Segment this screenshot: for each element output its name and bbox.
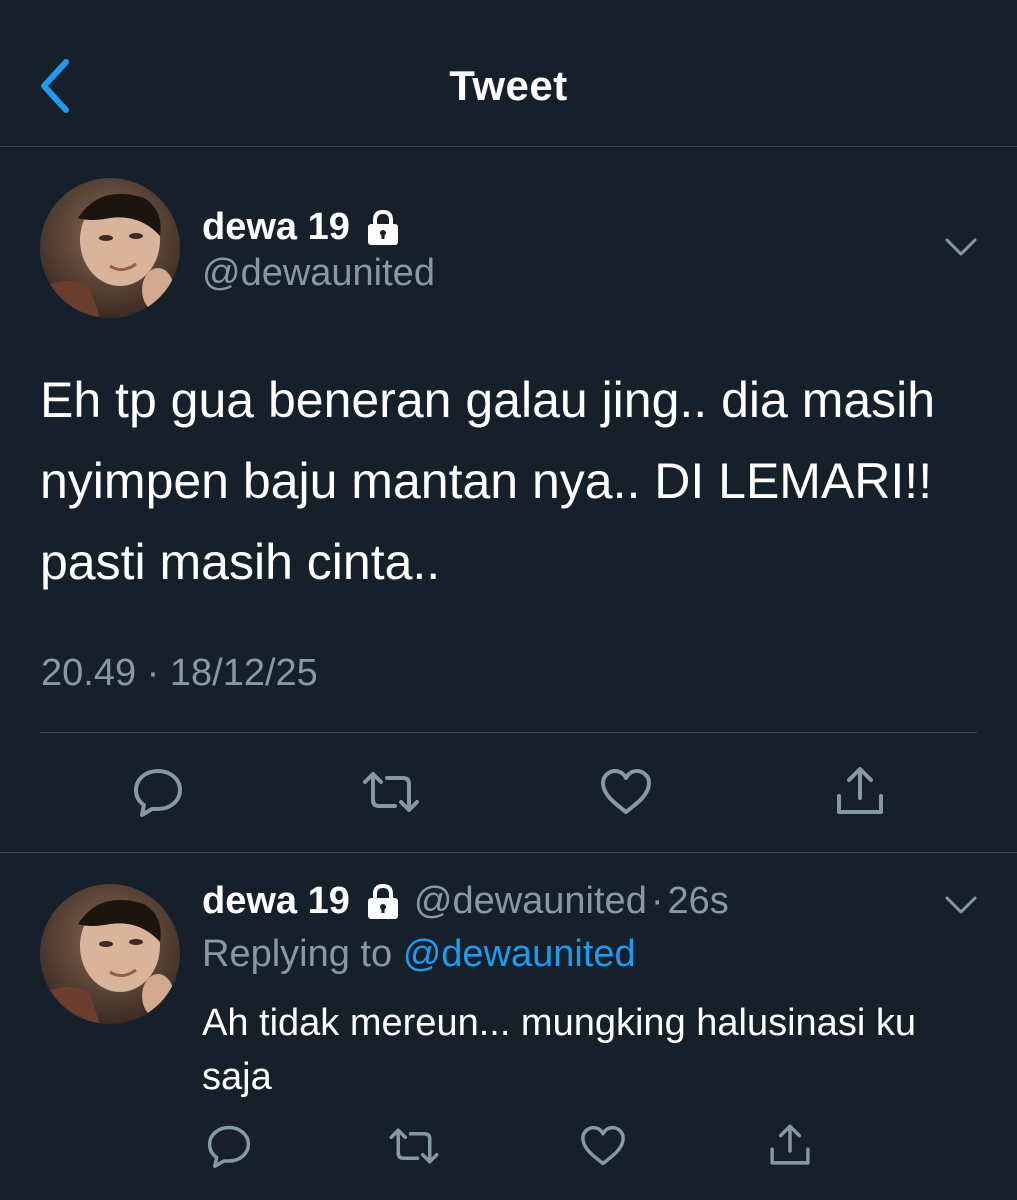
avatar-photo (40, 884, 180, 1024)
avatar-photo (40, 178, 180, 318)
reply-icon (134, 769, 182, 817)
mention-link[interactable]: @dewaunited (403, 933, 636, 975)
reply-icon (207, 1125, 251, 1168)
retweet-icon (389, 1128, 439, 1164)
chevron-down-icon[interactable] (944, 236, 978, 258)
avatar[interactable] (40, 178, 180, 318)
timestamp[interactable]: 20.49 · 18/12/25 (41, 652, 318, 695)
reply-text: Ah tidak mereun... mungking halusinasi k… (202, 1002, 916, 1098)
replying-prefix: Replying to (202, 933, 393, 975)
handle: @dewaunited (413, 880, 647, 922)
retweet-button[interactable] (386, 1122, 442, 1170)
like-icon (581, 1125, 625, 1166)
divider (0, 852, 1017, 853)
like-icon (601, 769, 651, 814)
page-title: Tweet (449, 62, 568, 109)
lock-icon (367, 209, 398, 245)
handle: @dewaunited (202, 252, 435, 294)
reply-button[interactable] (204, 1122, 254, 1170)
avatar[interactable] (40, 884, 180, 1024)
retweet-button[interactable] (360, 764, 422, 820)
reply-time[interactable]: 26s (668, 880, 729, 923)
display-name[interactable]: dewa 19 (202, 880, 350, 923)
lock-icon (367, 883, 398, 919)
share-button[interactable] (764, 1120, 816, 1170)
reply-header: dewa 19 @dewaunited · 26s (202, 880, 729, 923)
tweet-text: Eh tp gua beneran galau jing.. dia masih… (40, 372, 936, 590)
divider (40, 732, 977, 733)
retweet-icon (363, 772, 419, 812)
like-button[interactable] (596, 764, 656, 820)
replying-to: Replying to @dewaunited (202, 933, 636, 976)
share-icon (770, 1124, 810, 1165)
reply-button[interactable] (128, 764, 188, 820)
share-icon (837, 767, 883, 814)
top-bar: Tweet (0, 0, 1017, 147)
like-button[interactable] (578, 1122, 628, 1170)
share-button[interactable] (830, 762, 890, 820)
chevron-down-icon[interactable] (944, 894, 978, 916)
display-name[interactable]: dewa 19 (202, 206, 402, 249)
display-name-text: dewa 19 (202, 206, 350, 248)
separator: · (650, 880, 664, 922)
